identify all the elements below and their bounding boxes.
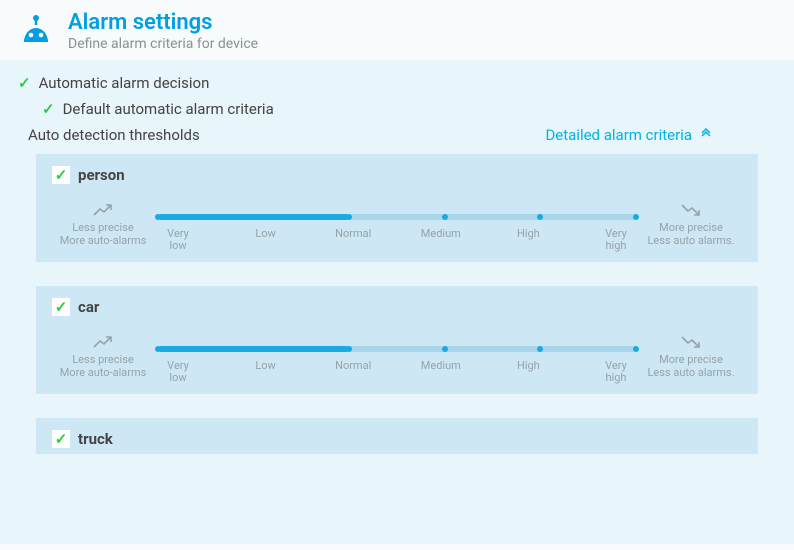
page-title: Alarm settings xyxy=(68,10,258,35)
slider-endcap-left: Less precise More auto-alarms xyxy=(52,332,154,379)
slider-ticks: Verylow Low Normal Medium High Veryhigh xyxy=(158,360,636,384)
robot-icon xyxy=(18,12,54,48)
default-criteria-row[interactable]: ✓ Default automatic alarm criteria xyxy=(42,100,776,118)
trend-down-icon xyxy=(640,200,742,220)
page-subtitle: Define alarm criteria for device xyxy=(68,36,258,52)
threshold-card-person: ✓ person Less precise More auto-alarms xyxy=(36,154,758,262)
chevron-up-icon xyxy=(700,128,712,142)
content-panel: ✓ Automatic alarm decision ✓ Default aut… xyxy=(0,60,794,544)
person-checkbox[interactable]: ✓ xyxy=(52,166,70,184)
trend-down-icon xyxy=(640,332,742,352)
check-icon: ✓ xyxy=(55,432,68,447)
detailed-criteria-label: Detailed alarm criteria xyxy=(545,126,692,144)
detailed-criteria-toggle[interactable]: Detailed alarm criteria xyxy=(545,126,712,144)
category-name: car xyxy=(78,298,99,316)
thresholds-section-label: Auto detection thresholds xyxy=(28,126,200,144)
trend-up-icon xyxy=(52,332,154,352)
check-icon: ✓ xyxy=(42,102,55,117)
automatic-alarm-label: Automatic alarm decision xyxy=(39,74,210,92)
page-header: Alarm settings Define alarm criteria for… xyxy=(0,0,794,60)
truck-checkbox[interactable]: ✓ xyxy=(52,430,70,448)
check-icon: ✓ xyxy=(18,76,31,91)
trend-up-icon xyxy=(52,200,154,220)
slider-ticks: Verylow Low Normal Medium High Veryhigh xyxy=(158,228,636,252)
slider-endcap-left: Less precise More auto-alarms xyxy=(52,200,154,247)
automatic-alarm-row[interactable]: ✓ Automatic alarm decision xyxy=(18,74,776,92)
default-criteria-label: Default automatic alarm criteria xyxy=(63,100,274,118)
category-name: person xyxy=(78,166,125,184)
category-name: truck xyxy=(78,430,113,448)
check-icon: ✓ xyxy=(55,168,68,183)
car-checkbox[interactable]: ✓ xyxy=(52,298,70,316)
car-threshold-slider[interactable] xyxy=(158,346,636,352)
check-icon: ✓ xyxy=(55,300,68,315)
person-threshold-slider[interactable] xyxy=(158,214,636,220)
threshold-card-truck: ✓ truck xyxy=(36,418,758,454)
slider-endcap-right: More precise Less auto alarms. xyxy=(640,200,742,247)
slider-endcap-right: More precise Less auto alarms. xyxy=(640,332,742,379)
threshold-card-car: ✓ car Less precise More auto-alarms xyxy=(36,286,758,394)
